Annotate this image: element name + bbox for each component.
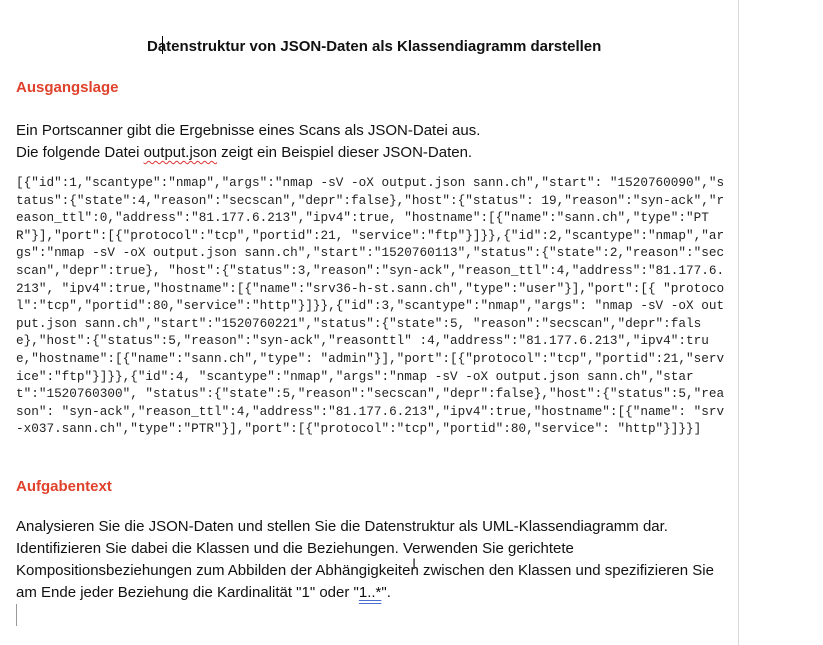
task-line-4: am Ende jeder Beziehung die Kardinalität… <box>16 584 391 601</box>
document-title[interactable]: Datenstruktur von JSON-Daten als Klassen… <box>147 38 601 55</box>
ibeam-cursor-icon: I <box>412 557 417 573</box>
intro-line-1: Ein Portscanner gibt die Ergebnisse eine… <box>16 122 481 139</box>
section-heading-aufgabentext: Aufgabentext <box>16 478 112 495</box>
task-line-2: Identifizieren Sie dabei die Klassen und… <box>16 540 574 557</box>
section-heading-ausgangslage: Ausgangslage <box>16 79 119 96</box>
task-paragraph[interactable]: Analysieren Sie die JSON-Daten und stell… <box>16 516 728 604</box>
task-line-3: Kompositionsbeziehungen zum Abbilden der… <box>16 562 714 579</box>
intro-line-2: Die folgende Datei output.json zeigt ein… <box>16 144 473 161</box>
intro-paragraph[interactable]: Ein Portscanner gibt die Ergebnisse eine… <box>16 120 728 164</box>
paragraph-cursor-marker <box>16 604 17 626</box>
json-code-block[interactable]: [{"id":1,"scantype":"nmap","args":"nmap … <box>16 174 728 438</box>
window-gutter <box>739 0 823 645</box>
task-line-1: Analysieren Sie die JSON-Daten und stell… <box>16 518 668 535</box>
file-name: output.json <box>143 144 217 161</box>
multiplicity-value: 1..* <box>358 584 382 601</box>
